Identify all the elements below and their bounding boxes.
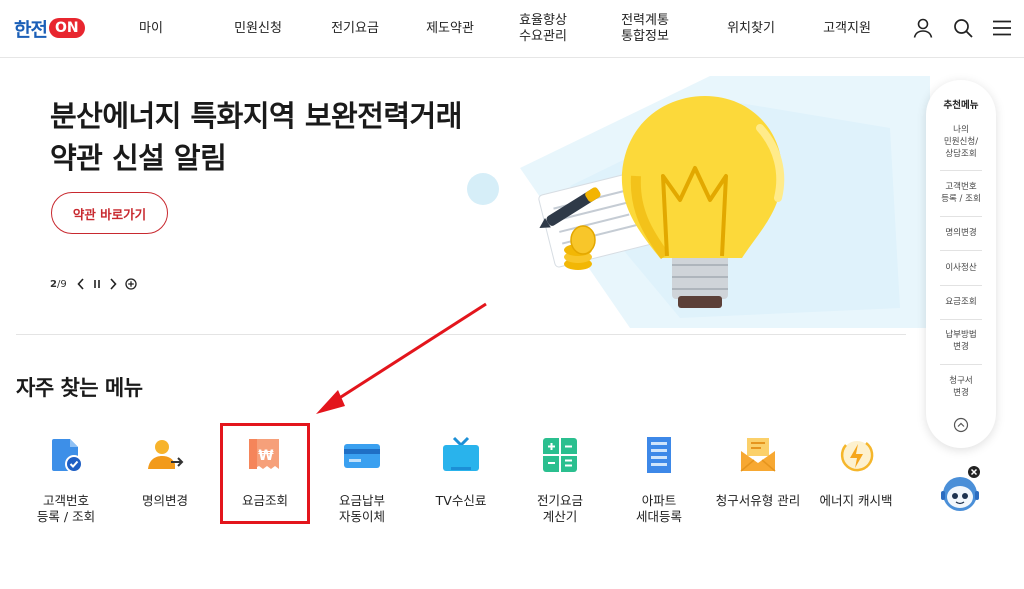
recommend-divider: [940, 364, 982, 365]
recommend-divider: [940, 285, 982, 286]
scroll-up-icon[interactable]: [953, 417, 969, 433]
energy-cashback-icon: [840, 441, 874, 472]
chatbot-icon[interactable]: [938, 466, 986, 514]
menu-auto-payment[interactable]: 요금납부 자동이체: [314, 428, 410, 528]
prev-slide-icon[interactable]: [77, 278, 85, 290]
apartment-icon: [647, 437, 671, 473]
pager-total: /9: [56, 278, 67, 290]
nav-find-location[interactable]: 위치찾기: [718, 0, 784, 58]
menu-label: 청구서유형 관리: [715, 493, 801, 508]
menu-label: 아파트 세대등록: [635, 493, 682, 524]
recommend-item-bill-inquiry[interactable]: 요금조회: [934, 294, 988, 310]
nav-terms[interactable]: 제도약관: [417, 0, 483, 58]
kepco-logo[interactable]: 한전 ON: [14, 16, 85, 41]
name-change-icon: [148, 440, 184, 469]
nav-my[interactable]: 마이: [126, 0, 176, 58]
recommend-title: 추천메뉴: [943, 100, 979, 111]
recommend-panel: 추천메뉴 나의 민원신청/ 상담조회 고객번호 등록 / 조회 명의변경 이사정…: [926, 80, 996, 448]
menu-label: 고객번호 등록 / 조회: [36, 493, 96, 524]
menu-name-change[interactable]: 명의변경: [117, 428, 213, 528]
frequent-menu-title: 자주 찾는 메뉴: [16, 376, 143, 400]
recommend-item-bill-change[interactable]: 청구서 변경: [934, 373, 988, 401]
nav-customer-support[interactable]: 고객지원: [814, 0, 880, 58]
menu-customer-number[interactable]: 고객번호 등록 / 조회: [18, 428, 114, 528]
bill-inquiry-icon: ₩: [249, 439, 279, 469]
calculator-icon: [543, 438, 577, 472]
menu-icon[interactable]: [991, 17, 1013, 39]
menu-label: 요금조회: [241, 493, 288, 508]
nav-civil-request[interactable]: 민원신청: [225, 0, 291, 58]
recommend-item-payment-method[interactable]: 납부방법 변경: [934, 327, 988, 355]
lightbulb-illustration: [467, 76, 930, 328]
pager-current: 2: [50, 278, 57, 290]
menu-apartment-register[interactable]: 아파트 세대등록: [611, 428, 707, 528]
card-icon: [344, 444, 380, 468]
menu-label: 에너지 캐시백: [819, 493, 893, 508]
recommend-item-customer-number[interactable]: 고객번호 등록 / 조회: [934, 179, 988, 207]
recommend-divider: [940, 250, 982, 251]
nav-efficiency[interactable]: 효율향상 수요관리: [510, 0, 576, 58]
site-header: 한전 ON 마이 민원신청 전기요금 제도약관 효율향상 수요관리 전력계통 통…: [0, 0, 1024, 58]
menu-tv-fee[interactable]: TV수신료: [413, 428, 509, 528]
plus-circle-icon[interactable]: [125, 278, 137, 290]
search-icon[interactable]: [952, 17, 974, 39]
logo-on-badge: ON: [48, 18, 85, 38]
nav-electric-bill[interactable]: 전기요금: [322, 0, 388, 58]
menu-label: 명의변경: [141, 493, 188, 508]
recommend-divider: [940, 170, 982, 171]
recommend-item-name-change[interactable]: 명의변경: [934, 225, 988, 241]
tv-icon: [443, 436, 479, 471]
recommend-divider: [940, 216, 982, 217]
customer-number-icon: [52, 439, 83, 473]
logo-text: 한전: [14, 18, 48, 41]
recommend-divider: [940, 319, 982, 320]
menu-label: TV수신료: [435, 493, 487, 508]
menu-bill-calculator[interactable]: 전기요금 계산기: [512, 428, 608, 528]
recommend-item-my-request[interactable]: 나의 민원신청/ 상담조회: [934, 122, 988, 162]
terms-shortcut-button[interactable]: 약관 바로가기: [51, 192, 168, 234]
hero-title: 분산에너지 특화지역 보완전력거래 약관 신설 알림: [50, 99, 462, 175]
hero-pager: 2 /9: [50, 276, 137, 292]
nav-grid-info[interactable]: 전력계통 통합정보: [612, 0, 678, 58]
menu-energy-cashback[interactable]: 에너지 캐시백: [808, 428, 904, 528]
menu-label: 요금납부 자동이체: [338, 493, 385, 524]
pause-icon[interactable]: [93, 279, 101, 289]
section-divider: [16, 334, 906, 335]
user-icon[interactable]: [912, 17, 934, 39]
svg-text:₩: ₩: [258, 448, 274, 464]
mail-icon: [740, 438, 776, 472]
menu-bill-type[interactable]: 청구서유형 관리: [710, 428, 806, 528]
recommend-item-move-settlement[interactable]: 이사정산: [934, 260, 988, 276]
menu-label: 전기요금 계산기: [536, 493, 583, 524]
next-slide-icon[interactable]: [109, 278, 117, 290]
menu-bill-inquiry[interactable]: ₩ 요금조회: [217, 428, 313, 528]
